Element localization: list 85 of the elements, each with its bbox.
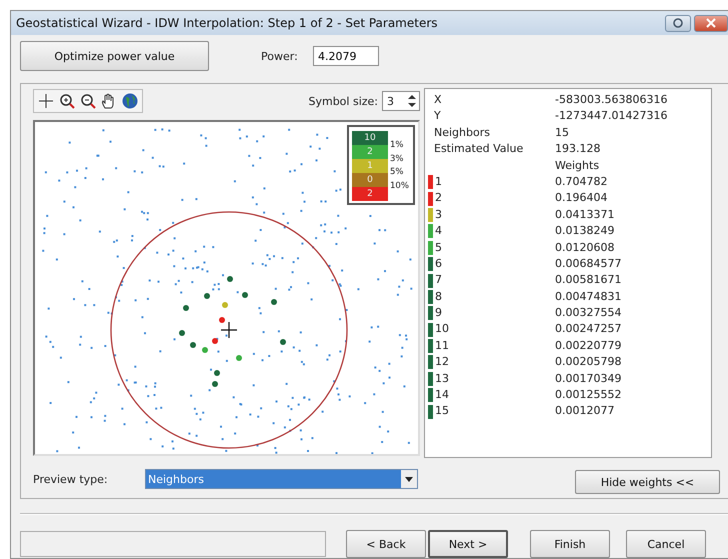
preview-type-label: Preview type: [33, 472, 109, 486]
neighbor-point [227, 276, 233, 282]
neighbor-index: 4 [435, 223, 442, 240]
weight-value: 0.00474831 [555, 288, 622, 305]
symbol-size-spinner[interactable]: 3 [382, 91, 420, 111]
weight-value: 0.0120608 [555, 240, 616, 256]
close-icon [706, 18, 716, 28]
info-value: 15 [555, 124, 570, 141]
legend-class: 1 [352, 159, 388, 173]
legend-class: 2 [352, 145, 388, 159]
neighbor-point [179, 330, 185, 336]
neighbor-point [271, 299, 277, 305]
legend-class: 10 [352, 131, 388, 145]
weight-value: 0.704782 [555, 174, 608, 190]
neighbor-index: 1 [435, 174, 442, 190]
neighbor-point [219, 317, 225, 323]
neighbor-point [212, 338, 218, 344]
weight-value: 0.00581671 [555, 272, 622, 288]
neighbor-point [214, 370, 220, 376]
zoom-in-icon[interactable] [58, 92, 76, 110]
weight-value: 0.00684577 [555, 256, 622, 272]
neighbor-index: 7 [435, 272, 442, 288]
neighbor-index: 15 [435, 403, 449, 420]
neighbor-index: 2 [435, 190, 442, 206]
nav-button[interactable]: Finish [530, 530, 610, 558]
info-label: Neighbors [433, 124, 491, 141]
info-value: 193.128 [555, 141, 602, 158]
symbol-size-label: Symbol size: [308, 94, 378, 108]
help-button[interactable] [665, 14, 691, 32]
neighbor-index: 14 [435, 387, 449, 404]
legend-class: 0 [352, 173, 388, 187]
preview-type-dropdown[interactable]: Neighbors [145, 469, 418, 489]
optimize-button[interactable]: Optimize power value [20, 41, 209, 71]
weight-value: 0.00170349 [555, 370, 622, 387]
info-label: Estimated Value [433, 141, 524, 158]
neighbor-point [183, 305, 189, 311]
weight-value: 0.00205798 [555, 354, 622, 370]
legend-percent: 10% [390, 180, 409, 193]
column-header: Weights [555, 158, 600, 174]
hide-weights-button[interactable]: Hide weights << [575, 470, 720, 494]
weight-value: 0.196404 [555, 190, 608, 206]
legend-class: 2 [352, 187, 388, 201]
neighbor-point [204, 293, 210, 299]
power-label: Power: [261, 50, 299, 62]
info-label: X [433, 92, 443, 108]
legend-percent: 5% [390, 166, 404, 180]
neighbor-point [242, 292, 248, 298]
nav-button[interactable]: Cancel [626, 530, 706, 558]
info-label: Y [433, 108, 442, 124]
neighbor-point [236, 355, 242, 361]
neighbor-index: 13 [435, 370, 449, 387]
zoom-out-icon[interactable] [79, 92, 97, 110]
neighbor-index: 9 [435, 305, 442, 322]
neighbor-index: 6 [435, 256, 442, 272]
neighbor-index: 5 [435, 240, 442, 256]
neighbor-index: 3 [435, 206, 442, 223]
weight-value: 0.00125552 [555, 387, 622, 404]
neighbor-index: 10 [435, 321, 449, 338]
neighbor-point [202, 347, 208, 353]
power-field[interactable]: 4.2079 [313, 46, 379, 66]
dropdown-arrow-icon [405, 476, 413, 482]
nav-button[interactable]: < Back [346, 530, 426, 558]
info-value: -1273447.01427316 [555, 108, 668, 124]
weight-value: 0.00247257 [555, 321, 622, 338]
neighbor-point [190, 342, 196, 348]
neighbor-index: 12 [435, 354, 449, 370]
weight-value: 0.00327554 [555, 305, 622, 322]
weight-value: 0.0138249 [555, 223, 616, 240]
neighbor-index: 8 [435, 288, 442, 305]
info-value: -583003.563806316 [555, 92, 668, 108]
weight-value: 0.0413371 [555, 206, 616, 223]
legend-percent: 3% [390, 152, 404, 166]
nav-button[interactable]: Next > [428, 530, 508, 558]
globe-icon[interactable] [121, 92, 139, 110]
weight-value: 0.0012077 [555, 403, 616, 420]
neighbor-point [212, 381, 218, 387]
weight-value: 0.00220779 [555, 338, 622, 354]
neighbor-index: 11 [435, 338, 449, 354]
neighbor-point [280, 339, 286, 345]
neighbor-point [222, 302, 228, 308]
legend-percent: 1% [390, 139, 404, 152]
crosshair-icon[interactable] [37, 92, 55, 110]
window-title: Geostatistical Wizard - IDW Interpolation: Step 1 of 2 - Set Parameters [16, 16, 439, 30]
close-button[interactable] [694, 14, 728, 32]
crosshair-icon [220, 321, 238, 339]
